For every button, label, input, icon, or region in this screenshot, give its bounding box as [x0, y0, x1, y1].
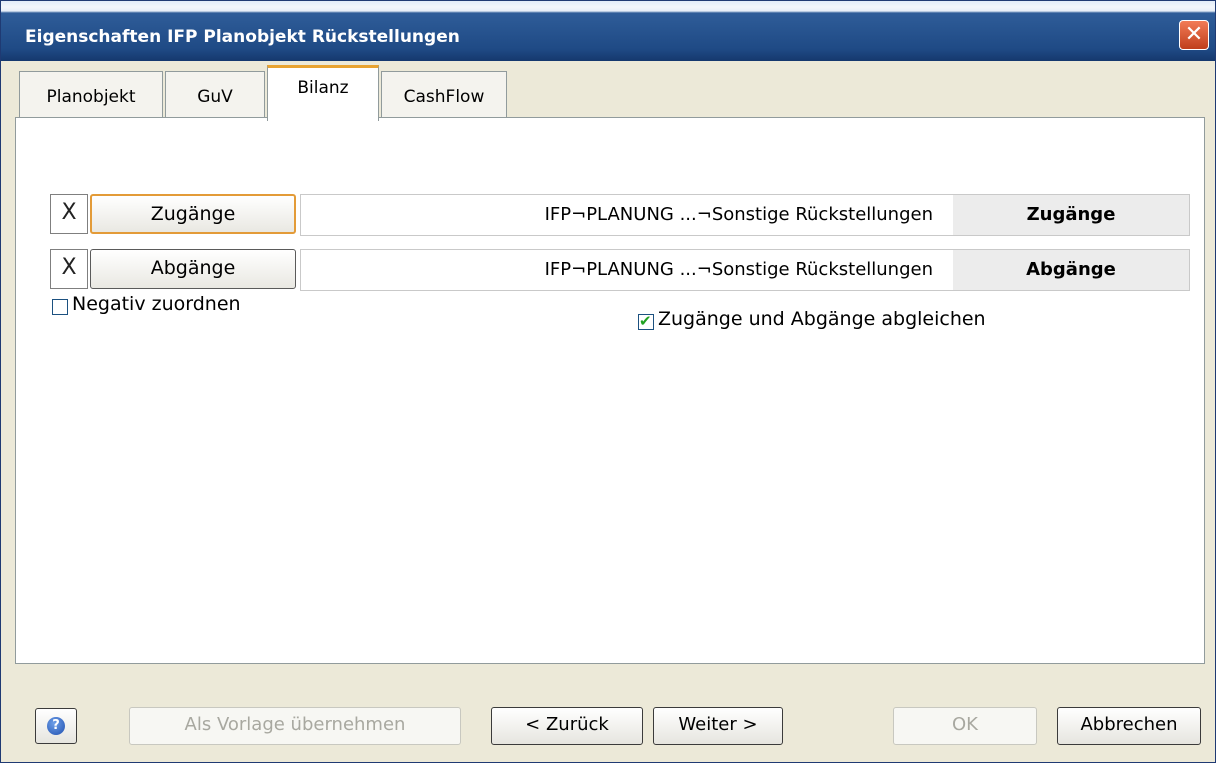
abgleichen-checkbox[interactable] [638, 312, 654, 330]
title-bar[interactable]: Eigenschaften IFP Planobjekt Rückstellun… [1, 1, 1215, 61]
window-title: Eigenschaften IFP Planobjekt Rückstellun… [25, 27, 460, 47]
negativ-zuordnen-label: Negativ zuordnen [72, 293, 241, 315]
negativ-zuordnen-checkbox[interactable] [52, 299, 68, 315]
zugaenge-button[interactable]: Zugänge [90, 194, 296, 234]
zurueck-button[interactable]: < Zurück [491, 707, 643, 745]
abgaenge-assignment-field[interactable]: IFP¬PLANUNG ...¬Sonstige Rückstellungen … [300, 249, 1190, 291]
abgleichen-label: Zugänge und Abgänge abgleichen [658, 308, 986, 330]
clear-zugaenge-button[interactable]: X [50, 194, 88, 234]
tab-bilanz[interactable]: Bilanz [267, 65, 379, 121]
tab-guv[interactable]: GuV [165, 71, 265, 119]
help-button[interactable]: ? [35, 708, 77, 744]
zugaenge-target-label: Zugänge [953, 195, 1189, 235]
zugaenge-path: IFP¬PLANUNG ...¬Sonstige Rückstellungen [544, 204, 933, 225]
zugaenge-assignment-field[interactable]: IFP¬PLANUNG ...¬Sonstige Rückstellungen … [300, 194, 1190, 236]
close-button[interactable]: ✕ [1179, 20, 1209, 50]
abgaenge-path: IFP¬PLANUNG ...¬Sonstige Rückstellungen [544, 259, 933, 280]
weiter-button[interactable]: Weiter > [653, 707, 783, 745]
ok-button[interactable]: OK [893, 707, 1037, 745]
bilanz-panel: X Zugänge IFP¬PLANUNG ...¬Sonstige Rücks… [15, 117, 1205, 664]
tab-planobjekt[interactable]: Planobjekt [19, 71, 163, 119]
help-icon: ? [47, 717, 65, 735]
abgaenge-target-label: Abgänge [953, 250, 1189, 290]
abbrechen-button[interactable]: Abbrechen [1057, 707, 1201, 745]
properties-dialog: Eigenschaften IFP Planobjekt Rückstellun… [0, 0, 1216, 763]
tab-strip: Planobjekt GuV Bilanz CashFlow [15, 63, 1205, 121]
als-vorlage-button[interactable]: Als Vorlage übernehmen [129, 707, 461, 745]
abgaenge-button[interactable]: Abgänge [90, 249, 296, 289]
clear-abgaenge-button[interactable]: X [50, 249, 88, 289]
tab-cashflow[interactable]: CashFlow [381, 71, 507, 119]
